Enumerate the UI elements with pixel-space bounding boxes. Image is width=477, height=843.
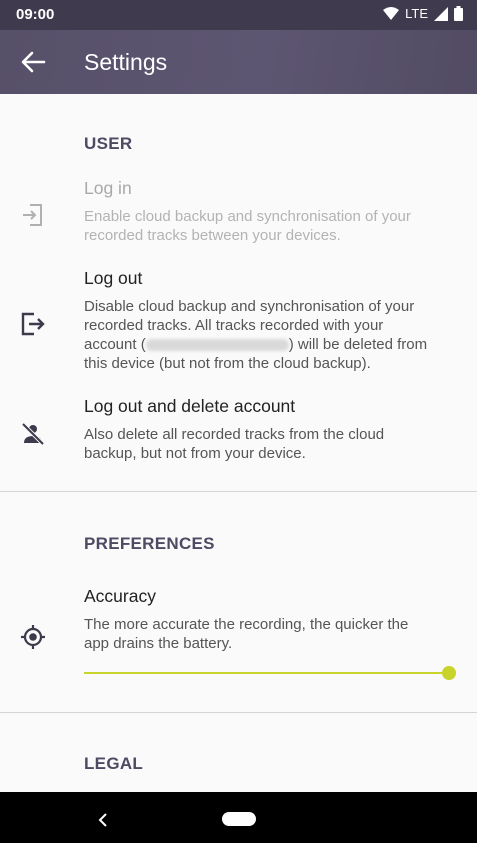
app-bar: Settings: [0, 30, 477, 94]
section-header-user: USER: [84, 134, 133, 153]
accuracy-title: Accuracy: [84, 586, 156, 606]
accuracy-summary: The more accurate the recording, the qui…: [84, 616, 409, 652]
status-icons: LTE: [383, 6, 463, 21]
status-bar: 09:00 LTE: [0, 0, 477, 30]
battery-icon: [454, 6, 463, 21]
nav-home-button[interactable]: [222, 812, 256, 826]
gps-target-icon: [21, 625, 45, 649]
redacted-email: [145, 339, 289, 352]
page-title: Settings: [84, 49, 168, 75]
network-type: LTE: [405, 6, 428, 21]
wifi-icon: [383, 6, 400, 20]
divider: [0, 491, 477, 492]
delete-account-summary: Also delete all recorded tracks from the…: [84, 426, 385, 462]
delete-account-title: Log out and delete account: [84, 396, 296, 416]
section-header-preferences: PREFERENCES: [84, 534, 215, 553]
back-arrow-icon[interactable]: [20, 50, 46, 74]
nav-back-icon[interactable]: [96, 812, 110, 828]
accuracy-slider-track[interactable]: [84, 672, 448, 674]
logout-summary: Disable cloud backup and synchronisation…: [84, 298, 428, 372]
login-title: Log in: [84, 178, 132, 198]
person-off-icon: [21, 422, 45, 446]
status-time: 09:00: [16, 6, 55, 23]
divider: [0, 712, 477, 713]
login-summary: Enable cloud backup and synchronisation …: [84, 208, 411, 244]
section-header-legal: LEGAL: [84, 754, 144, 773]
logout-title: Log out: [84, 268, 143, 288]
logout-icon: [21, 312, 45, 336]
signal-icon: [434, 6, 448, 21]
login-icon: [23, 204, 42, 226]
accuracy-slider-thumb[interactable]: [442, 666, 456, 680]
